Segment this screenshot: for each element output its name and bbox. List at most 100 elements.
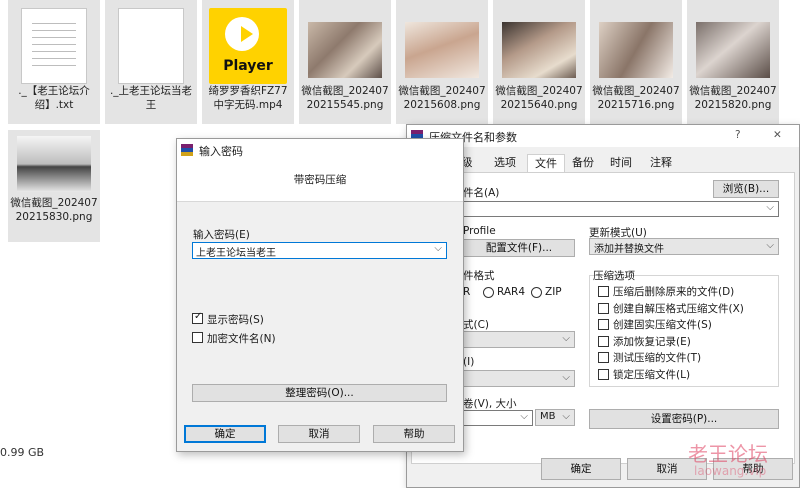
update-mode-select[interactable]: 添加并替换文件 ⌵	[589, 238, 779, 255]
recovery-record-checkbox[interactable]	[598, 336, 609, 347]
text-file-icon	[21, 8, 87, 84]
archive-params-dialog: 压缩文件名和参数 ? ✕ 级 选项 文件 备份 时间 注释 件名(A) 浏览(B…	[406, 124, 800, 488]
profile-label: Profile	[463, 225, 496, 237]
file-item[interactable]: 微信截图_20240720215820.png	[687, 0, 779, 124]
show-password-label: 显示密码(S)	[207, 314, 264, 326]
file-name: 微信截图_20240720215608.png	[398, 85, 486, 111]
archive-help-button[interactable]: 帮助	[713, 458, 793, 480]
solid-checkbox[interactable]	[598, 319, 609, 330]
format-option-rar[interactable]: R	[463, 286, 470, 298]
image-thumbnail	[599, 22, 673, 78]
file-item[interactable]: 微信截图_20240720215545.png	[299, 0, 391, 124]
set-password-button[interactable]: 设置密码(P)...	[589, 409, 779, 429]
close-icon[interactable]: ✕	[773, 129, 782, 141]
encrypt-names-label: 加密文件名(N)	[207, 333, 276, 345]
password-help-button[interactable]: 帮助	[373, 425, 455, 443]
show-password-checkbox[interactable]: ✓	[192, 311, 203, 324]
solid-label: 创建固实压缩文件(S)	[613, 319, 712, 331]
archive-dialog-titlebar[interactable]: 压缩文件名和参数 ? ✕	[407, 125, 799, 147]
file-item[interactable]: 微信截图_20240720215640.png	[493, 0, 585, 124]
password-label: 输入密码(E)	[193, 229, 250, 241]
chevron-down-icon: ⌵	[520, 411, 528, 422]
status-bar-size: 0.99 GB	[0, 446, 44, 459]
tab-comment[interactable]: 注释	[643, 154, 679, 172]
tab-files[interactable]: 文件	[527, 154, 565, 173]
blank-file-icon	[118, 8, 184, 84]
help-icon[interactable]: ?	[735, 129, 741, 141]
checkmark-icon: ✓	[194, 311, 203, 322]
image-thumbnail	[17, 136, 91, 192]
lock-archive-label: 锁定压缩文件(L)	[613, 369, 691, 381]
chevron-down-icon: ⌵	[766, 202, 774, 213]
compression-options-title: 压缩选项	[593, 270, 635, 282]
archive-cancel-button[interactable]: 取消	[627, 458, 707, 480]
file-item[interactable]: 微信截图_20240720215608.png	[396, 0, 488, 124]
file-item[interactable]: 微信截图_20240720215716.png	[590, 0, 682, 124]
delete-after-checkbox[interactable]	[598, 286, 609, 297]
split-unit-select[interactable]: MB ⌵	[535, 409, 575, 426]
chevron-down-icon: ⌵	[562, 333, 570, 344]
password-dialog-titlebar[interactable]: 输入密码	[177, 139, 463, 161]
chevron-down-icon: ⌵	[562, 411, 570, 422]
tab-options[interactable]: 选项	[487, 154, 523, 172]
password-dialog-title: 输入密码	[199, 145, 243, 158]
winrar-icon	[181, 144, 193, 156]
sfx-label: 创建自解压格式压缩文件(X)	[613, 303, 744, 315]
file-name: 微信截图_20240720215640.png	[495, 85, 583, 111]
lock-archive-checkbox[interactable]	[598, 369, 609, 380]
chevron-down-icon: ⌵	[434, 243, 442, 254]
radio-zip[interactable]	[531, 287, 542, 298]
archive-ok-button[interactable]: 确定	[541, 458, 621, 480]
sfx-checkbox[interactable]	[598, 303, 609, 314]
tab-time[interactable]: 时间	[603, 154, 639, 172]
split-size-combo[interactable]: ⌵	[463, 410, 533, 426]
encrypt-names-checkbox[interactable]	[192, 332, 203, 343]
test-files-checkbox[interactable]	[598, 352, 609, 363]
file-name: 微信截图_20240720215830.png	[10, 197, 98, 223]
tab-backup[interactable]: 备份	[565, 154, 601, 172]
dictionary-size-label: (I)	[463, 356, 475, 368]
file-item[interactable]: Player 绮罗罗香织FZ77中字无码.mp4	[202, 0, 294, 124]
archive-format-label: 件格式	[463, 270, 495, 282]
format-option-zip: ZIP	[545, 286, 562, 298]
dictionary-size-select[interactable]: ⌵	[463, 370, 575, 387]
file-name: 微信截图_20240720215545.png	[301, 85, 389, 111]
file-item[interactable]: ._【老王论坛介绍】.txt	[8, 0, 100, 124]
file-item[interactable]: 微信截图_20240720215830.png	[8, 130, 100, 242]
image-thumbnail	[405, 22, 479, 78]
compression-method-label: 式(C)	[463, 319, 490, 331]
chevron-down-icon: ⌵	[562, 372, 570, 383]
file-name: 微信截图_20240720215820.png	[689, 85, 777, 111]
file-name: ._上老王论坛当老王	[109, 85, 193, 111]
file-name: ._【老王论坛介绍】.txt	[18, 85, 90, 111]
update-mode-value: 添加并替换文件	[594, 244, 664, 255]
password-dialog: 输入密码 带密码压缩 输入密码(E) 上老王论坛当老王 ⌵ ✓ 显示密码(S) …	[176, 138, 464, 452]
password-ok-button[interactable]: 确定	[184, 425, 266, 443]
compression-method-select[interactable]: ⌵	[463, 331, 575, 348]
password-cancel-button[interactable]: 取消	[278, 425, 360, 443]
status-size: 0.99 GB	[0, 446, 45, 459]
split-unit-value: MB	[540, 411, 556, 422]
password-dialog-subtitle: 带密码压缩	[293, 174, 347, 186]
archive-name-combo[interactable]: ⌵	[463, 201, 779, 217]
split-volumes-label: 卷(V), 大小	[463, 398, 517, 410]
chevron-down-icon: ⌵	[766, 240, 774, 251]
video-player-icon: Player	[209, 8, 287, 84]
file-name: 绮罗罗香织FZ77中字无码.mp4	[208, 85, 288, 111]
test-files-label: 测试压缩的文件(T)	[613, 352, 702, 364]
organize-passwords-button[interactable]: 整理密码(O)...	[192, 384, 447, 402]
password-input[interactable]: 上老王论坛当老王 ⌵	[192, 242, 447, 259]
archive-name-label: 件名(A)	[463, 187, 500, 199]
image-thumbnail	[696, 22, 770, 78]
password-value: 上老王论坛当老王	[196, 248, 276, 259]
file-name: 微信截图_20240720215716.png	[592, 85, 680, 111]
profile-button[interactable]: 配置文件(F)...	[463, 239, 575, 257]
radio-rar4[interactable]	[483, 287, 494, 298]
format-option-rar4: RAR4	[497, 286, 526, 298]
delete-after-label: 压缩后删除原来的文件(D)	[613, 286, 735, 298]
browse-button[interactable]: 浏览(B)...	[713, 180, 779, 198]
recovery-record-label: 添加恢复记录(E)	[613, 336, 691, 348]
file-item[interactable]: ._上老王论坛当老王	[105, 0, 197, 124]
image-thumbnail	[308, 22, 382, 78]
image-thumbnail	[502, 22, 576, 78]
